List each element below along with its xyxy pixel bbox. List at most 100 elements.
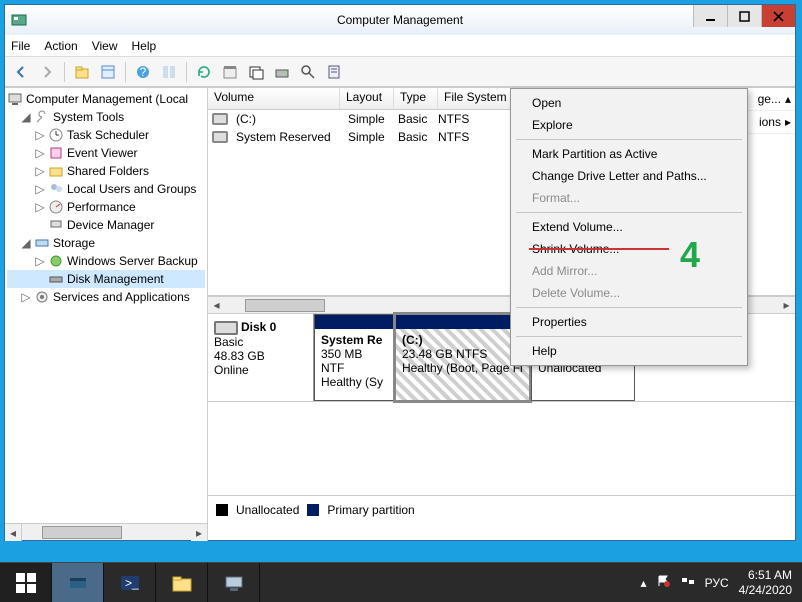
taskbar-explorer[interactable] (156, 563, 208, 602)
toolbar-icon-5[interactable] (296, 60, 320, 84)
storage-icon (34, 235, 50, 251)
menu-help[interactable]: Help (132, 39, 157, 53)
computer-icon (7, 91, 23, 107)
expand-icon[interactable]: ▷ (35, 164, 45, 178)
nav-tree[interactable]: Computer Management (Local ◢ System Tools… (5, 88, 208, 523)
chevron-up-icon[interactable]: ▴ (785, 92, 791, 106)
toolbar-icon-4[interactable] (270, 60, 294, 84)
ctx-explore[interactable]: Explore (514, 114, 744, 136)
tree-root[interactable]: Computer Management (Local (26, 92, 188, 106)
maximize-button[interactable] (727, 5, 761, 27)
col-volume[interactable]: Volume (208, 88, 340, 109)
menubar: File Action View Help (5, 35, 795, 57)
scroll-left-icon[interactable]: ◂ (5, 524, 22, 541)
tray-network-icon[interactable] (681, 574, 695, 591)
col-type[interactable]: Type (394, 88, 438, 109)
event-icon (48, 145, 64, 161)
disk-info[interactable]: Disk 0 Basic 48.83 GB Online (208, 314, 314, 401)
ctx-help[interactable]: Help (514, 340, 744, 362)
chevron-right-icon[interactable]: ▸ (785, 115, 791, 129)
tools-icon (34, 109, 50, 125)
ctx-open[interactable]: Open (514, 92, 744, 114)
expand-icon[interactable]: ▷ (35, 182, 45, 196)
ctx-format: Format... (514, 187, 744, 209)
taskbar[interactable]: >_ ▴ РУС 6:51 AM 4/24/2020 (0, 562, 802, 602)
volume-icon (212, 131, 228, 143)
back-button[interactable] (9, 60, 33, 84)
svg-text:>_: >_ (125, 576, 139, 590)
close-button[interactable] (761, 5, 795, 27)
scroll-right-icon[interactable]: ▸ (191, 524, 208, 541)
up-icon[interactable] (70, 60, 94, 84)
tray-language[interactable]: РУС (705, 576, 729, 590)
toolbar-icon-3[interactable] (244, 60, 268, 84)
toolbar-icon-6[interactable] (322, 60, 346, 84)
ctx-mark-active[interactable]: Mark Partition as Active (514, 143, 744, 165)
annotation-underline (529, 248, 669, 250)
partition-system-reserved[interactable]: System Re 350 MB NTF Healthy (Sy (314, 314, 394, 401)
ctx-properties[interactable]: Properties (514, 311, 744, 333)
volume-icon (212, 113, 228, 125)
scroll-right-icon[interactable]: ▸ (778, 297, 795, 314)
system-tray[interactable]: ▴ РУС 6:51 AM 4/24/2020 (631, 563, 802, 602)
window-title: Computer Management (337, 13, 463, 27)
backup-icon (48, 253, 64, 269)
tree-local-users[interactable]: Local Users and Groups (67, 182, 196, 196)
tray-flag-icon[interactable] (657, 574, 671, 591)
services-icon (34, 289, 50, 305)
minimize-button[interactable] (693, 5, 727, 27)
expand-icon[interactable]: ▷ (35, 254, 45, 268)
scrollbar-thumb[interactable] (42, 526, 122, 539)
refresh-icon[interactable] (192, 60, 216, 84)
device-icon (48, 217, 64, 233)
toolbar: ? (5, 57, 795, 87)
tree-services[interactable]: Services and Applications (53, 290, 190, 304)
taskbar-powershell[interactable]: >_ (104, 563, 156, 602)
col-layout[interactable]: Layout (340, 88, 394, 109)
tree-device-manager[interactable]: Device Manager (67, 218, 154, 232)
toolbar-icon[interactable] (157, 60, 181, 84)
properties-icon[interactable] (96, 60, 120, 84)
legend-swatch-primary (307, 504, 319, 516)
tree-shared-folders[interactable]: Shared Folders (67, 164, 149, 178)
ctx-change-letter[interactable]: Change Drive Letter and Paths... (514, 165, 744, 187)
titlebar[interactable]: Computer Management (5, 5, 795, 35)
app-icon (11, 12, 27, 28)
tree-system-tools[interactable]: System Tools (53, 110, 124, 124)
tree-storage[interactable]: Storage (53, 236, 95, 250)
expand-icon[interactable]: ▷ (35, 200, 45, 214)
tree-scrollbar[interactable]: ◂ ▸ (5, 523, 208, 540)
tray-clock[interactable]: 6:51 AM 4/24/2020 (739, 568, 792, 597)
expand-icon[interactable]: ▷ (21, 290, 31, 304)
start-button[interactable] (0, 563, 52, 602)
scrollbar-thumb[interactable] (245, 299, 325, 312)
menu-file[interactable]: File (11, 39, 30, 53)
tree-performance[interactable]: Performance (67, 200, 136, 214)
menu-view[interactable]: View (92, 39, 118, 53)
expand-icon[interactable]: ▷ (35, 128, 45, 142)
taskbar-app[interactable] (208, 563, 260, 602)
toolbar-icon-2[interactable] (218, 60, 242, 84)
disk-drive-icon (214, 321, 238, 335)
performance-icon (48, 199, 64, 215)
users-icon (48, 181, 64, 197)
tree-task-scheduler[interactable]: Task Scheduler (67, 128, 149, 142)
tree-disk-management[interactable]: Disk Management (67, 272, 164, 286)
tree-event-viewer[interactable]: Event Viewer (67, 146, 137, 160)
col-fs[interactable]: File System (438, 88, 518, 109)
taskbar-server-manager[interactable] (52, 563, 104, 602)
actions-panel[interactable]: ge...▴ ions▸ (747, 88, 795, 134)
help-icon[interactable]: ? (131, 60, 155, 84)
menu-action[interactable]: Action (44, 39, 77, 53)
ctx-delete-volume: Delete Volume... (514, 282, 744, 304)
svg-text:?: ? (140, 65, 147, 79)
clock-icon (48, 127, 64, 143)
collapse-icon[interactable]: ◢ (21, 236, 31, 250)
scroll-left-icon[interactable]: ◂ (208, 297, 225, 314)
ctx-extend-volume[interactable]: Extend Volume... (514, 216, 744, 238)
collapse-icon[interactable]: ◢ (21, 110, 31, 124)
tray-chevron-icon[interactable]: ▴ (641, 576, 647, 590)
tree-ws-backup[interactable]: Windows Server Backup (67, 254, 198, 268)
expand-icon[interactable]: ▷ (35, 146, 45, 160)
forward-button[interactable] (35, 60, 59, 84)
